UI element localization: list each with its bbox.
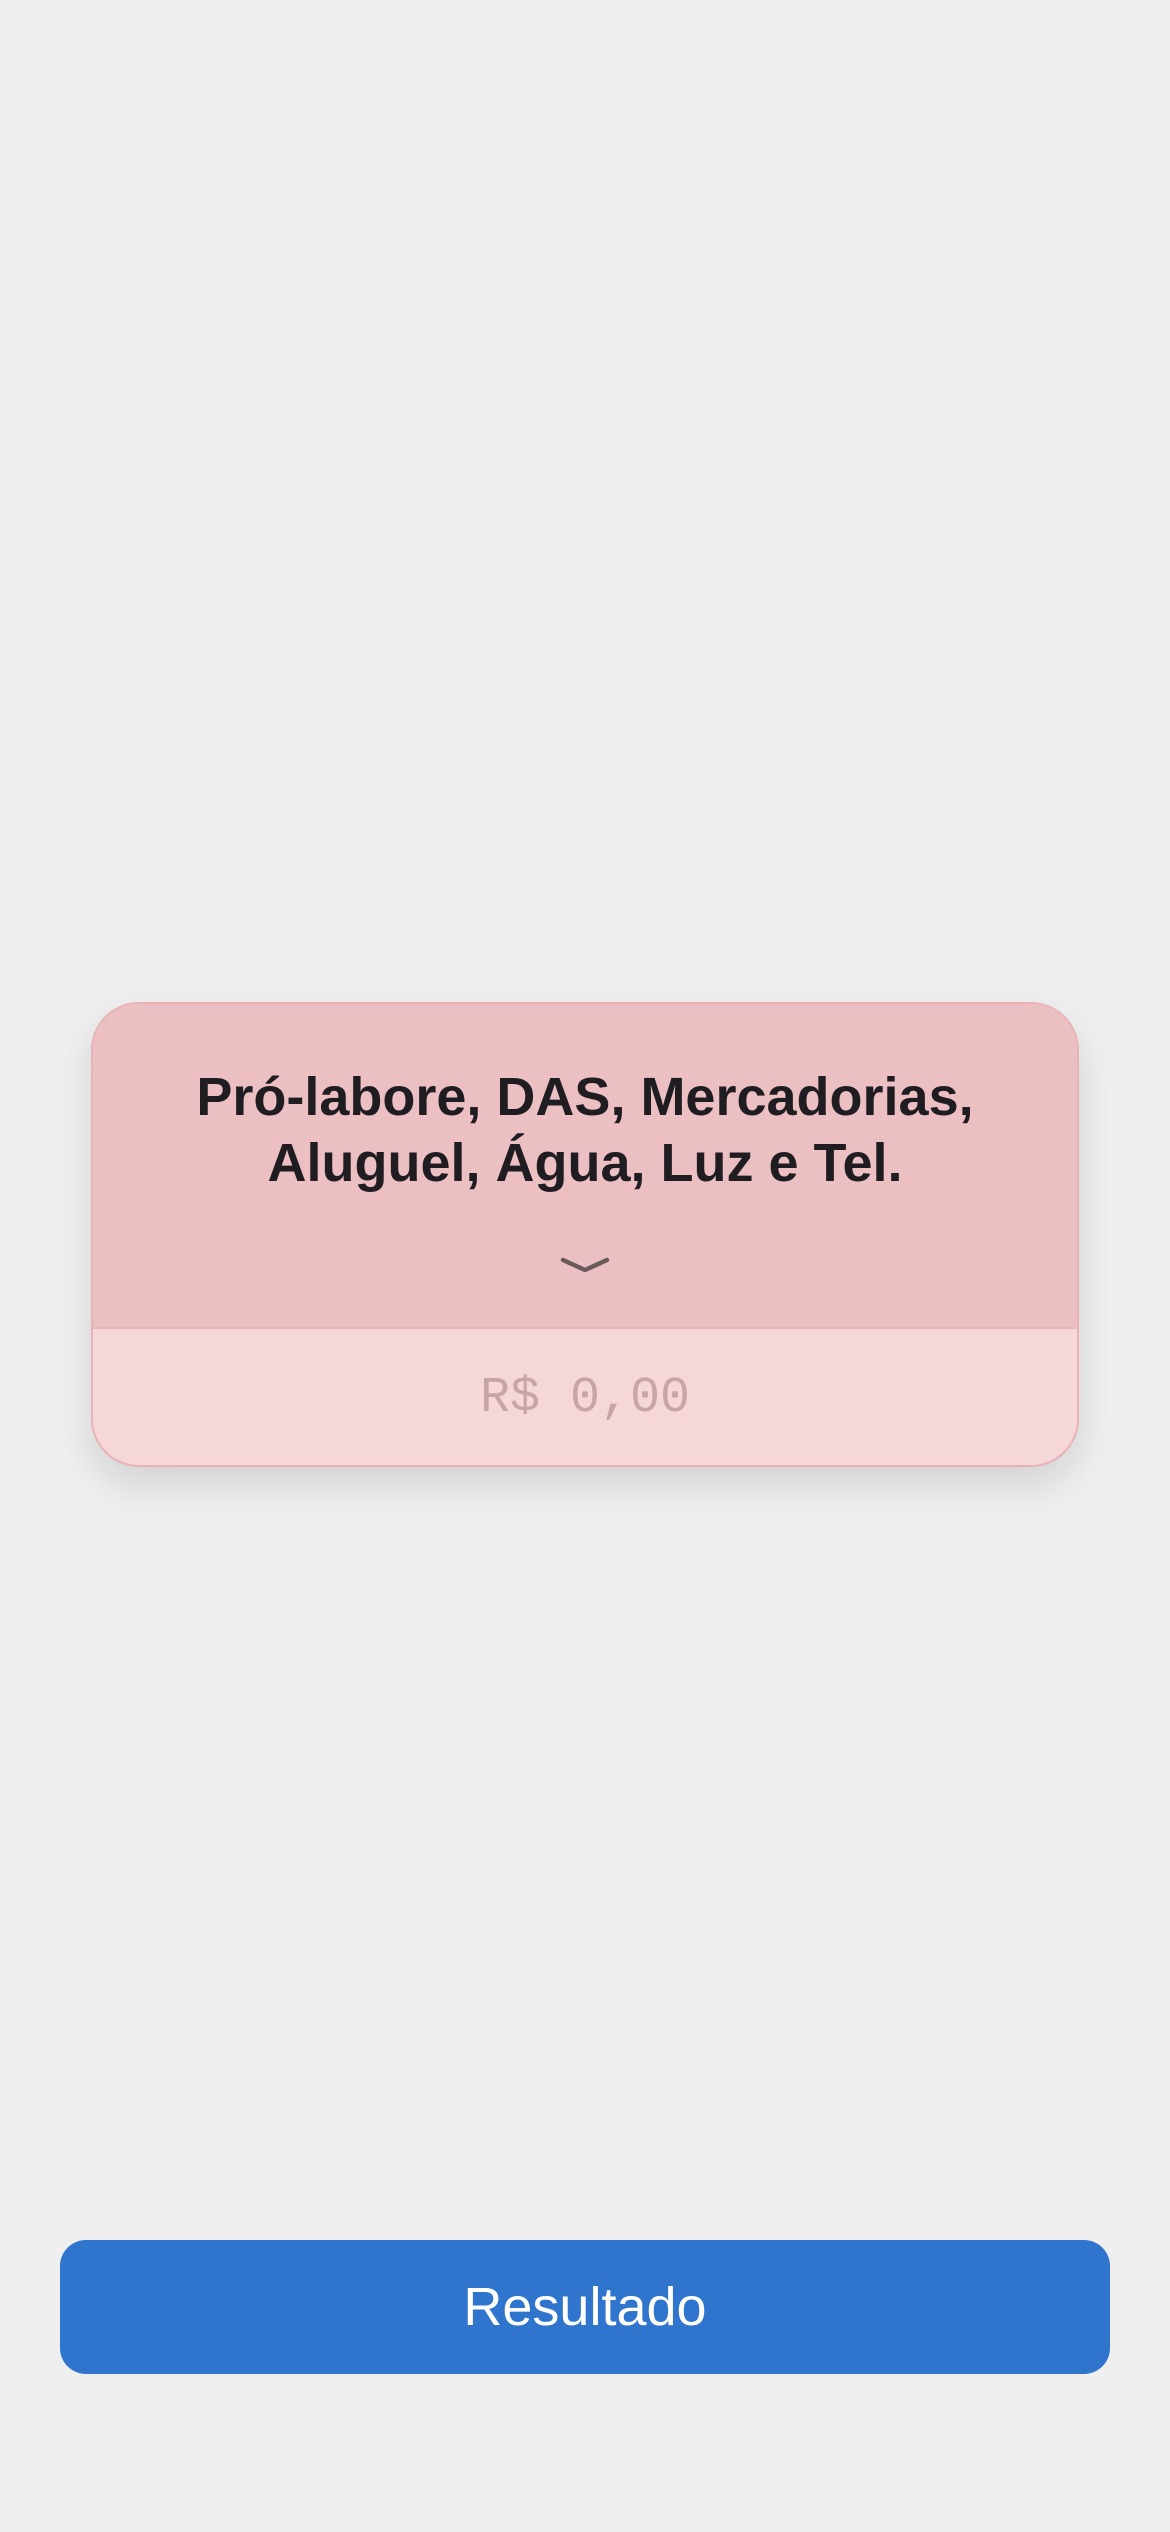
expense-card-title-line-2: Aluguel, Água, Luz e Tel. xyxy=(267,1133,903,1193)
chevron-down-icon[interactable] xyxy=(560,1254,610,1278)
result-button[interactable]: Resultado xyxy=(60,2240,1110,2374)
amount-input[interactable] xyxy=(93,1329,1077,1465)
expense-card-header[interactable]: Pró-labore, DAS, Mercadorias, Aluguel, Á… xyxy=(93,1004,1077,1329)
screen: Pró-labore, DAS, Mercadorias, Aluguel, Á… xyxy=(0,0,1170,2532)
expense-card-title-line-1: Pró-labore, DAS, Mercadorias, xyxy=(196,1067,974,1127)
expense-card: Pró-labore, DAS, Mercadorias, Aluguel, Á… xyxy=(91,1002,1079,1467)
expense-card-title: Pró-labore, DAS, Mercadorias, Aluguel, Á… xyxy=(133,1064,1037,1196)
